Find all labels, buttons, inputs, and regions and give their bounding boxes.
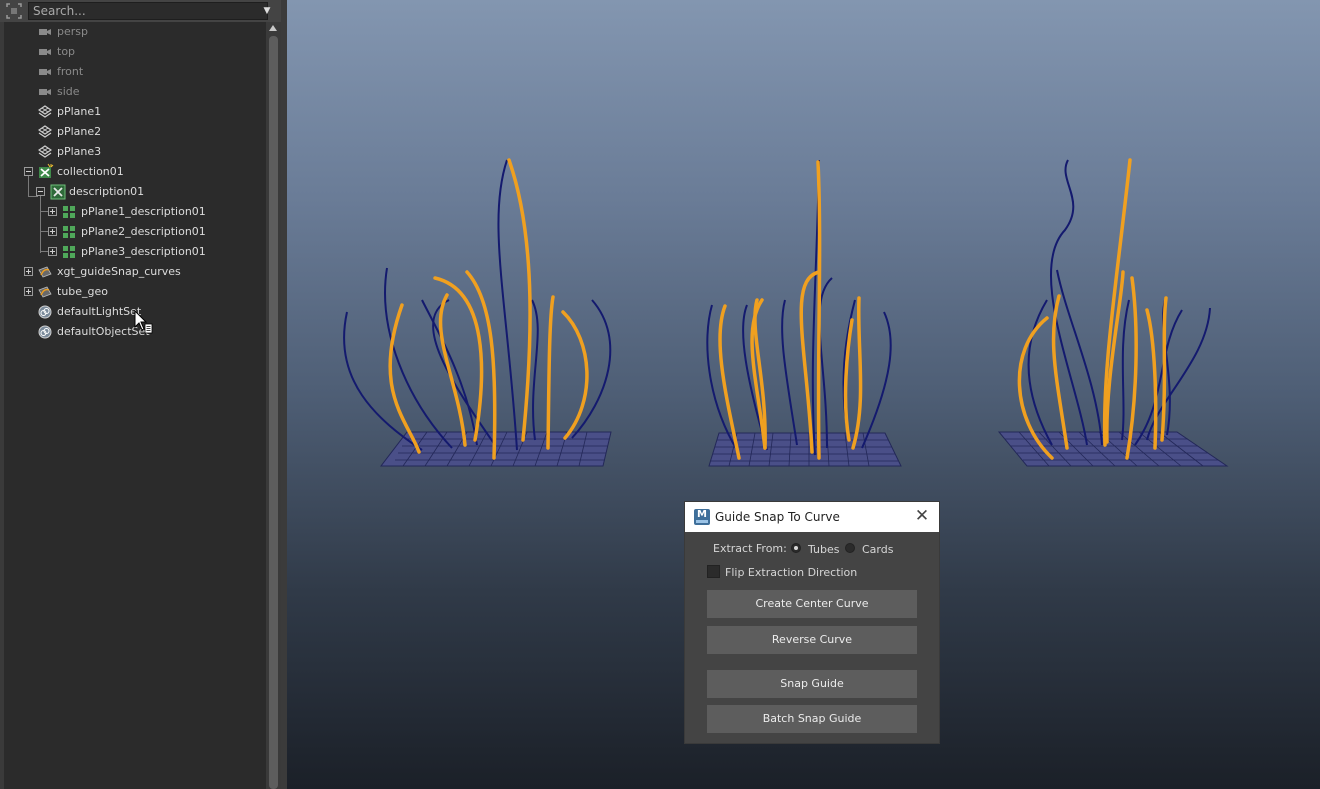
outliner-filter-icon[interactable] <box>4 2 24 20</box>
plane-2-hair-curves <box>706 159 892 456</box>
radio-tubes[interactable] <box>791 543 801 553</box>
camera-icon <box>39 89 51 95</box>
collapse-toggle[interactable] <box>36 187 45 196</box>
snap-guide-button[interactable]: Snap Guide <box>707 670 917 698</box>
outliner-item-pplane2[interactable]: pPlane2 <box>4 122 266 142</box>
outliner-item-label: pPlane3 <box>57 145 102 158</box>
search-dropdown-arrow-icon[interactable]: ▼ <box>258 2 276 20</box>
plane-3-group <box>997 158 1229 467</box>
outliner-tree: persp top front side pPlane1 pPlane2 pPl… <box>4 22 266 789</box>
outliner-item-label: tube_geo <box>57 285 109 298</box>
maya-app-icon: M <box>694 509 710 525</box>
outliner-item-label: front <box>57 65 84 78</box>
radio-cards[interactable] <box>845 543 855 553</box>
set-icon <box>38 305 52 319</box>
scroll-up-arrow-icon[interactable] <box>269 25 277 31</box>
reverse-curve-button[interactable]: Reverse Curve <box>707 626 917 654</box>
outliner-item-pplane3-description01[interactable]: pPlane3_description01 <box>4 242 266 262</box>
camera-icon <box>39 49 51 55</box>
outliner-item-pplane3[interactable]: pPlane3 <box>4 142 266 162</box>
outliner-item-label: side <box>57 85 80 98</box>
outliner-item-label: persp <box>57 25 88 38</box>
guide-snap-dialog: M Guide Snap To Curve ✕ Extract From: Tu… <box>685 502 939 743</box>
xgen-patch-icon <box>63 206 75 218</box>
outliner-item-label: pPlane3_description01 <box>81 245 206 258</box>
xgen-patch-icon <box>63 246 75 258</box>
mouse-cursor-icon <box>134 310 153 334</box>
outliner-item-description01[interactable]: description01 <box>4 182 266 202</box>
outliner-search-row: ▼ <box>0 0 281 22</box>
flip-extraction-checkbox[interactable] <box>707 565 720 578</box>
outliner-item-front[interactable]: front <box>4 62 266 82</box>
outliner-item-label: xgt_guideSnap_curves <box>57 265 181 278</box>
plane-1-group <box>343 158 612 467</box>
outliner-item-label: collection01 <box>57 165 124 178</box>
outliner-panel: ▼ persp top front side <box>0 0 281 789</box>
outliner-item-label: description01 <box>69 185 145 198</box>
expand-toggle[interactable] <box>48 207 57 216</box>
expand-toggle[interactable] <box>24 287 33 296</box>
mesh-icon <box>38 145 52 158</box>
dialog-title: Guide Snap To Curve <box>715 510 840 524</box>
flip-extraction-label[interactable]: Flip Extraction Direction <box>725 566 857 579</box>
outliner-item-label: pPlane2_description01 <box>81 225 206 238</box>
mesh-icon <box>38 105 52 118</box>
outliner-item-side[interactable]: side <box>4 82 266 102</box>
expand-toggle[interactable] <box>48 247 57 256</box>
scrollbar-thumb[interactable] <box>269 36 278 789</box>
curve-group-icon <box>38 286 52 298</box>
outliner-item-label: defaultLightSet <box>57 305 142 318</box>
xgen-description-icon <box>50 184 66 200</box>
camera-icon <box>39 29 51 35</box>
outliner-item-tube-geo[interactable]: tube_geo <box>4 282 266 302</box>
plane-2-guide-curves <box>718 160 863 460</box>
radio-cards-label[interactable]: Cards <box>862 543 893 556</box>
outliner-item-pplane1[interactable]: pPlane1 <box>4 102 266 122</box>
outliner-item-persp[interactable]: persp <box>4 22 266 42</box>
outliner-item-label: pPlane1 <box>57 105 102 118</box>
mesh-icon <box>38 125 52 138</box>
set-icon <box>38 325 52 339</box>
camera-icon <box>39 69 51 75</box>
curve-group-icon <box>38 266 52 278</box>
xgen-patch-icon <box>63 226 75 238</box>
plane-2-group <box>706 159 902 467</box>
outliner-item-pplane2-description01[interactable]: pPlane2_description01 <box>4 222 266 242</box>
create-center-curve-button[interactable]: Create Center Curve <box>707 590 917 618</box>
outliner-item-top[interactable]: top <box>4 42 266 62</box>
outliner-scrollbar[interactable] <box>266 22 281 789</box>
expand-toggle[interactable] <box>48 227 57 236</box>
outliner-item-xgt-guidesnap-curves[interactable]: xgt_guideSnap_curves <box>4 262 266 282</box>
collapse-toggle[interactable] <box>24 167 33 176</box>
expand-toggle[interactable] <box>24 267 33 276</box>
plane-1-guide-curves <box>388 158 589 460</box>
outliner-item-label: top <box>57 45 76 58</box>
extract-from-label: Extract From: <box>713 542 787 555</box>
close-icon[interactable]: ✕ <box>913 508 931 526</box>
outliner-item-label: pPlane1_description01 <box>81 205 206 218</box>
outliner-search-input[interactable] <box>28 2 268 20</box>
xgen-collection-icon <box>39 163 54 178</box>
plane-1-hair-curves <box>343 159 612 451</box>
outliner-item-pplane1-description01[interactable]: pPlane1_description01 <box>4 202 266 222</box>
dialog-titlebar[interactable]: M Guide Snap To Curve ✕ <box>685 502 939 532</box>
batch-snap-guide-button[interactable]: Batch Snap Guide <box>707 705 917 733</box>
radio-tubes-label[interactable]: Tubes <box>808 543 840 556</box>
outliner-item-collection01[interactable]: collection01 <box>4 162 266 182</box>
outliner-item-label: pPlane2 <box>57 125 102 138</box>
